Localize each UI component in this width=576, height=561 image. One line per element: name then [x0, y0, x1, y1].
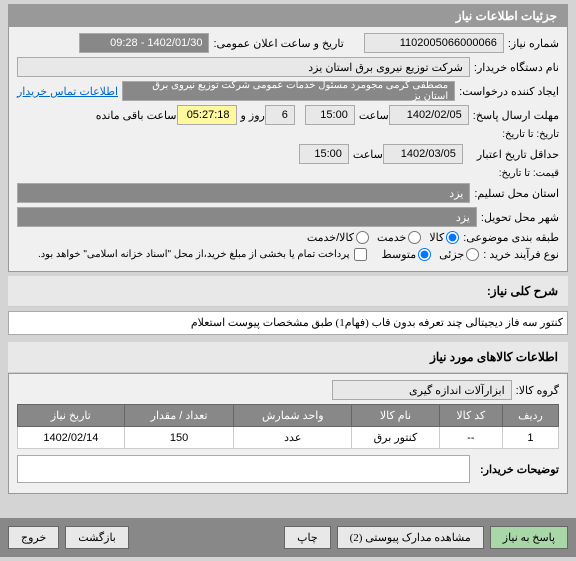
category-radio-group: کالا خدمت کالا/خدمت: [307, 231, 459, 244]
buyer-label: نام دستگاه خریدار:: [474, 61, 559, 74]
contact-link[interactable]: اطلاعات تماس خریدار: [17, 85, 118, 98]
purchase-type-label: نوع فرآیند خرید :: [483, 248, 559, 261]
th-code: کد کالا: [439, 405, 502, 427]
cell-name: کنتور برق: [352, 427, 440, 449]
goods-radio[interactable]: [446, 231, 459, 244]
need-number-field: 1102005066000066: [364, 33, 504, 53]
payment-checkbox[interactable]: [354, 248, 367, 261]
group-field: ابزارآلات اندازه گیری: [332, 380, 512, 400]
medium-radio[interactable]: [418, 248, 431, 261]
creator-label: ایجاد کننده درخواست:: [459, 85, 559, 98]
goods-info-body: گروه کالا: ابزارآلات اندازه گیری ردیف کد…: [8, 373, 568, 494]
location-label: استان محل تسلیم:: [474, 187, 559, 200]
goods-radio-label: کالا: [429, 231, 444, 244]
purchase-type-group: جزئی متوسط: [382, 248, 480, 261]
details-panel: جزئیات اطلاعات نیاز شماره نیاز: 11020050…: [8, 4, 568, 272]
time-label-1: ساعت: [359, 109, 389, 122]
th-unit: واحد شمارش: [234, 405, 352, 427]
summary-container: [8, 311, 568, 338]
announce-date-label: تاریخ و ساعت اعلان عمومی:: [213, 37, 343, 50]
minor-radio[interactable]: [466, 248, 479, 261]
min-valid-until-label: قیمت: تا تاریخ:: [499, 168, 559, 179]
days-field: 6: [265, 105, 295, 125]
respond-button[interactable]: پاسخ به نیاز: [490, 526, 568, 549]
min-valid-time-field: 15:00: [299, 144, 349, 164]
panel-title: جزئیات اطلاعات نیاز: [9, 5, 567, 27]
until-label: تاریخ: تا تاریخ:: [502, 129, 559, 140]
deadline-label: مهلت ارسال پاسخ:: [473, 109, 559, 122]
location-field: یزد: [17, 183, 470, 203]
cell-date: 1402/02/14: [18, 427, 125, 449]
group-label: گروه کالا:: [516, 384, 559, 397]
table-row[interactable]: 1 -- کنتور برق عدد 150 1402/02/14: [18, 427, 559, 449]
cell-qty: 150: [124, 427, 234, 449]
service-radio-label: خدمت: [377, 231, 406, 244]
minor-radio-label: جزئی: [439, 248, 464, 261]
back-button[interactable]: بازگشت: [65, 526, 129, 549]
announce-date-field: 1402/01/30 - 09:28: [79, 33, 209, 53]
exit-button[interactable]: خروج: [8, 526, 59, 549]
goods-info-title: اطلاعات کالاهای مورد نیاز: [8, 342, 568, 373]
notes-label: توضیحات خریدار:: [480, 463, 559, 476]
min-valid-date-field: 1402/03/05: [383, 144, 463, 164]
cell-unit: عدد: [234, 427, 352, 449]
both-radio[interactable]: [356, 231, 369, 244]
city-field: یزد: [17, 207, 477, 227]
deadline-date-field: 1402/02/05: [389, 105, 469, 125]
bottom-bar: پاسخ به نیاز مشاهده مدارک پیوستی (2) چاپ…: [0, 518, 576, 557]
need-number-label: شماره نیاز:: [508, 37, 559, 50]
min-valid-label: حداقل تاریخ اعتبار: [477, 148, 559, 161]
time-label-2: ساعت: [353, 148, 383, 161]
th-row: ردیف: [502, 405, 558, 427]
city-label: شهر محل تحویل:: [481, 211, 559, 224]
creator-field: مصطفی کرمی مجومرد مسئول خدمات عمومی شرکت…: [122, 81, 455, 101]
notes-area[interactable]: [17, 455, 470, 483]
panel-body: شماره نیاز: 1102005066000066 تاریخ و ساع…: [9, 27, 567, 271]
th-date: تاریخ نیاز: [18, 405, 125, 427]
both-radio-label: کالا/خدمت: [307, 231, 354, 244]
summary-textarea[interactable]: [8, 311, 568, 335]
category-label: طبقه بندی موضوعی:: [463, 231, 559, 244]
service-radio[interactable]: [408, 231, 421, 244]
buyer-field: شرکت توزیع نیروی برق استان یزد: [17, 57, 470, 77]
remain-time-field: 05:27:18: [177, 105, 237, 125]
summary-section-title: شرح کلی نیاز:: [8, 276, 568, 307]
deadline-time-field: 15:00: [305, 105, 355, 125]
th-qty: تعداد / مقدار: [124, 405, 234, 427]
th-name: نام کالا: [352, 405, 440, 427]
print-button[interactable]: چاپ: [284, 526, 331, 549]
remain-label: ساعت باقی مانده: [96, 109, 177, 122]
payment-note: پرداخت تمام یا بخشی از مبلغ خرید،از محل …: [38, 249, 350, 260]
medium-radio-label: متوسط: [382, 248, 417, 261]
day-label: روز و: [241, 109, 265, 122]
cell-num: 1: [502, 427, 558, 449]
attachments-button[interactable]: مشاهده مدارک پیوستی (2): [337, 526, 484, 549]
cell-code: --: [439, 427, 502, 449]
goods-table: ردیف کد کالا نام کالا واحد شمارش تعداد /…: [17, 404, 559, 449]
